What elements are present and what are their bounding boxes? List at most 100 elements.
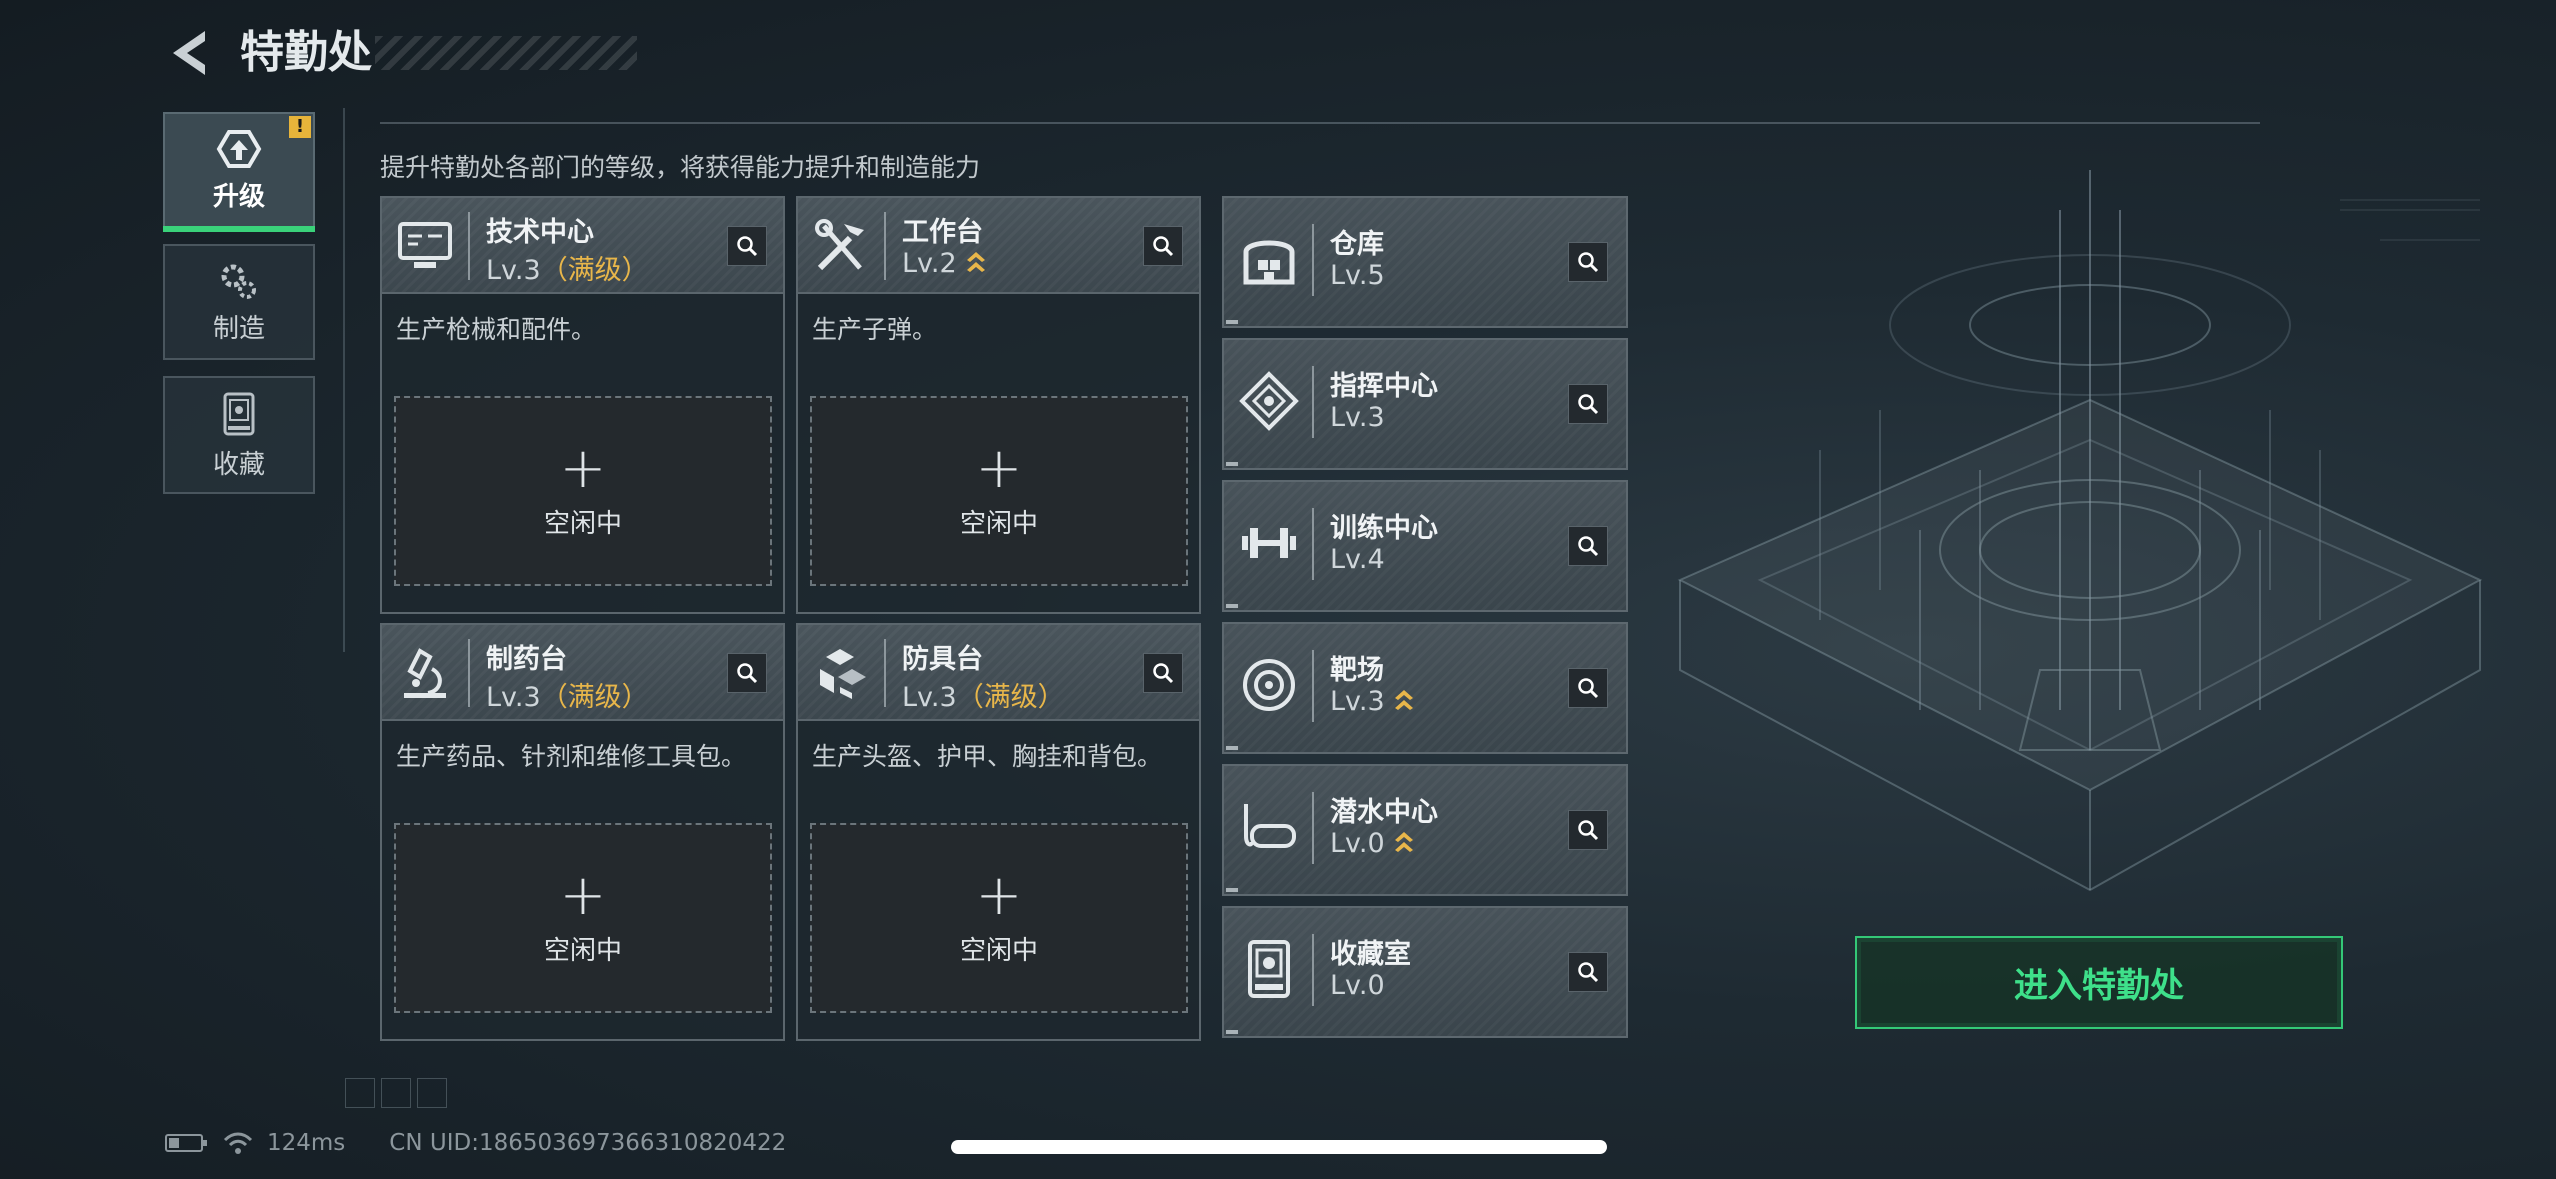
- warehouse-icon: [1243, 240, 1295, 285]
- search-button[interactable]: [1568, 384, 1608, 424]
- magnifier-icon: [1578, 820, 1599, 841]
- max-level-tag: （满级）: [540, 255, 649, 286]
- facility-level: Lv.5: [1330, 260, 1385, 291]
- search-button[interactable]: [1143, 226, 1183, 266]
- tab-label: 收藏: [212, 449, 265, 480]
- trophy-case-icon: [1248, 940, 1290, 998]
- plus-icon: +: [975, 435, 1023, 501]
- search-button[interactable]: [1568, 526, 1608, 566]
- facility-name: 指挥中心: [1330, 371, 1438, 402]
- production-slot[interactable]: + 空闲中: [810, 823, 1188, 1013]
- back-arrow-icon: [173, 31, 205, 75]
- enter-facility-label: 进入特勤处: [2014, 966, 2184, 1006]
- production-slot[interactable]: + 空闲中: [394, 396, 772, 586]
- slot-status: 空闲中: [543, 935, 622, 966]
- upgrade-chevron-icon: [1395, 832, 1414, 852]
- facility-card-shooting-range[interactable]: 靶场 Lv.3: [1222, 622, 1628, 754]
- search-button[interactable]: [727, 226, 767, 266]
- max-level-tag: （满级）: [956, 682, 1065, 713]
- magnifier-icon: [1578, 252, 1599, 273]
- upgrade-icon: [216, 129, 262, 168]
- facility-level: Lv.3（满级）: [486, 682, 649, 713]
- magnifier-icon: [1578, 962, 1599, 983]
- armor-blocks-icon: [820, 649, 866, 699]
- tab-label: 制造: [212, 313, 265, 344]
- tab-upgrade[interactable]: ! 升级: [163, 112, 315, 232]
- facility-card-workbench[interactable]: 工作台 Lv.2 生产子弹。 + 空闲中: [796, 196, 1201, 614]
- magnifier-icon: [1578, 394, 1599, 415]
- facility-name: 仓库: [1330, 229, 1384, 260]
- facility-description: 生产药品、针剂和维修工具包。: [396, 742, 747, 771]
- facility-level: Lv.3（满级）: [486, 255, 649, 286]
- tab-label: 升级: [212, 181, 265, 212]
- trophy-case-icon: [223, 392, 255, 435]
- magnifier-icon: [1578, 536, 1599, 557]
- battery-icon: [165, 1134, 207, 1152]
- tab-craft[interactable]: 制造: [163, 244, 315, 360]
- page-title: 特勤处: [240, 27, 372, 78]
- max-level-tag: （满级）: [540, 682, 649, 713]
- production-slot[interactable]: + 空闲中: [394, 823, 772, 1013]
- plus-icon: +: [975, 862, 1023, 928]
- upgrade-chevron-icon: [967, 252, 986, 272]
- magnifier-icon: [1153, 236, 1174, 257]
- command-icon: [1239, 371, 1299, 431]
- plus-icon: +: [559, 435, 607, 501]
- facility-level: Lv.3: [1330, 402, 1385, 433]
- divider: [343, 108, 345, 652]
- enter-facility-button[interactable]: 进入特勤处: [1855, 936, 2343, 1029]
- facility-card-collection-room[interactable]: 收藏室 Lv.0: [1222, 906, 1628, 1038]
- back-button[interactable]: [160, 22, 220, 84]
- search-button[interactable]: [1568, 810, 1608, 850]
- facility-card-training-center[interactable]: 训练中心 Lv.4: [1222, 480, 1628, 612]
- facility-card-command-center[interactable]: 指挥中心 Lv.3: [1222, 338, 1628, 470]
- dumbbell-icon: [1242, 528, 1296, 558]
- search-button[interactable]: [1568, 952, 1608, 992]
- gears-icon: [221, 264, 256, 299]
- card-header: 防具台 Lv.3（满级）: [798, 625, 1199, 721]
- magnifier-icon: [1153, 663, 1174, 684]
- facility-level: Lv.0: [1330, 970, 1385, 1001]
- magnifier-icon: [1578, 678, 1599, 699]
- facility-name: 技术中心: [486, 217, 594, 248]
- tab-collection[interactable]: 收藏: [163, 376, 315, 494]
- facility-name: 潜水中心: [1330, 797, 1438, 828]
- search-button[interactable]: [1568, 668, 1608, 708]
- facility-level: Lv.3（满级）: [902, 682, 1065, 713]
- search-button[interactable]: [727, 653, 767, 693]
- production-slot[interactable]: + 空闲中: [810, 396, 1188, 586]
- microscope-icon: [404, 648, 446, 698]
- facility-card-armory[interactable]: 防具台 Lv.3（满级） 生产头盔、护甲、胸挂和背包。 + 空闲中: [796, 623, 1201, 1041]
- facility-description: 生产枪械和配件。: [396, 315, 597, 344]
- facility-name: 靶场: [1330, 655, 1384, 686]
- home-indicator[interactable]: [951, 1140, 1607, 1154]
- ping-value: 124ms: [267, 1130, 346, 1156]
- card-header: 技术中心 Lv.3（满级）: [382, 198, 783, 294]
- slot-status: 空闲中: [959, 935, 1038, 966]
- wifi-icon: [223, 1132, 253, 1154]
- divider: [380, 122, 2260, 124]
- diving-mask-icon: [1244, 804, 1296, 848]
- search-button[interactable]: [1568, 242, 1608, 282]
- slot-status: 空闲中: [543, 508, 622, 539]
- facility-card-diving-center[interactable]: 潜水中心 Lv.0: [1222, 764, 1628, 896]
- facility-level: Lv.2: [902, 248, 987, 279]
- facility-building-illustration: [1677, 170, 2483, 892]
- plus-icon: +: [559, 862, 607, 928]
- facility-level: Lv.0: [1330, 828, 1415, 859]
- facility-description: 生产子弹。: [812, 315, 938, 344]
- computer-icon: [398, 222, 452, 268]
- search-button[interactable]: [1143, 653, 1183, 693]
- facility-card-tech-center[interactable]: 技术中心 Lv.3（满级） 生产枪械和配件。 + 空闲中: [380, 196, 785, 614]
- alert-badge: !: [289, 116, 311, 138]
- facility-card-pharmacy[interactable]: 制药台 Lv.3（满级） 生产药品、针剂和维修工具包。 + 空闲中: [380, 623, 785, 1041]
- facility-card-warehouse[interactable]: 仓库 Lv.5: [1222, 196, 1628, 328]
- facility-name: 制药台: [486, 644, 567, 675]
- card-header: 工作台 Lv.2: [798, 198, 1199, 294]
- facility-name: 工作台: [902, 217, 983, 248]
- user-uid: CN UID:1865036973663108204​22: [389, 1130, 787, 1156]
- facility-name: 防具台: [902, 644, 983, 675]
- facility-name: 训练中心: [1330, 513, 1438, 544]
- facility-name: 收藏室: [1330, 939, 1411, 970]
- magnifier-icon: [737, 663, 758, 684]
